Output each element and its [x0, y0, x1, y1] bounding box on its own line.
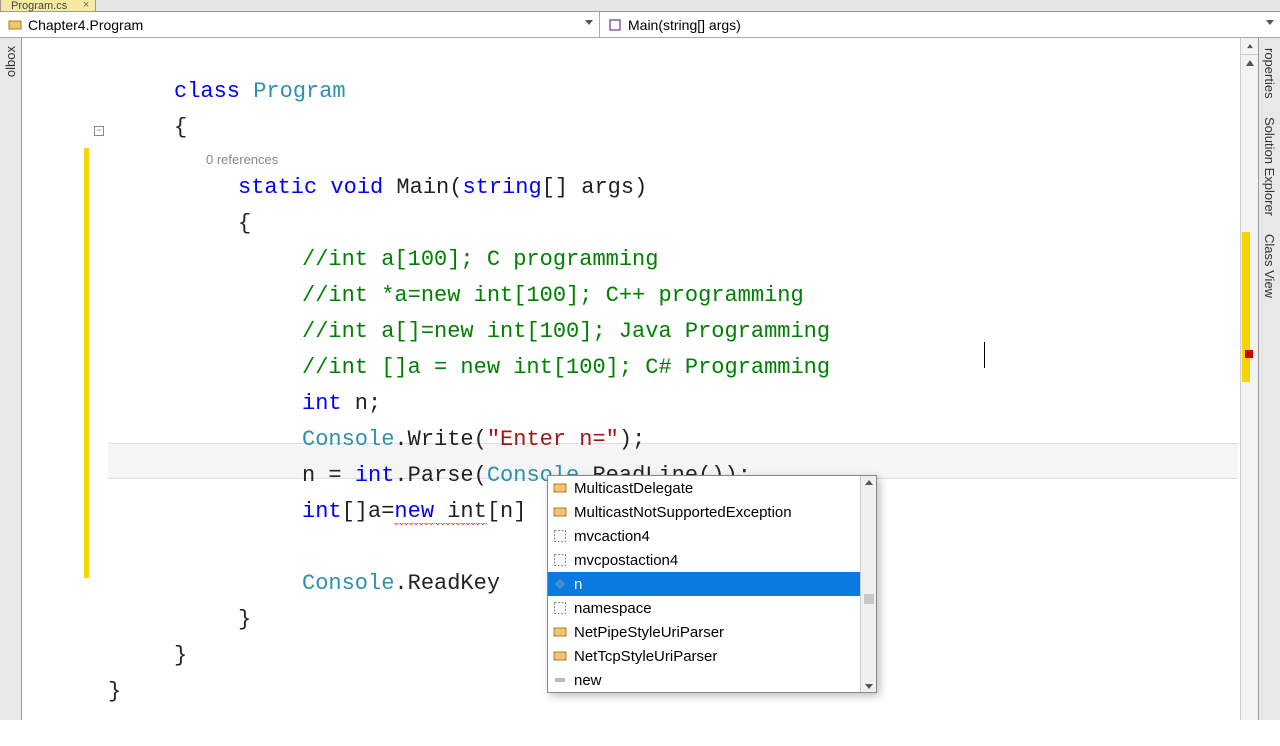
field-icon — [552, 576, 568, 592]
intellisense-item[interactable]: MulticastNotSupportedException — [548, 500, 876, 524]
change-marker — [1242, 232, 1250, 382]
intellisense-item-label: namespace — [574, 600, 652, 617]
member-dropdown[interactable]: Main(string[] args) — [600, 12, 1280, 37]
intellisense-item-label: NetPipeStyleUriParser — [574, 624, 724, 641]
toolbox-tab[interactable]: olbox — [3, 40, 18, 83]
chevron-down-icon — [1266, 20, 1274, 25]
class-icon — [552, 504, 568, 520]
snippet-icon — [552, 528, 568, 544]
document-tab-bar: Program.cs × — [0, 0, 1280, 12]
intellisense-item-label: MulticastDelegate — [574, 480, 693, 497]
intellisense-item[interactable]: n — [548, 572, 876, 596]
class-dropdown[interactable]: Chapter4.Program — [0, 12, 600, 37]
scroll-up-button[interactable] — [1241, 55, 1258, 71]
class-dropdown-label: Chapter4.Program — [28, 17, 143, 33]
chevron-down-icon — [585, 20, 593, 25]
fold-toggle[interactable]: − — [94, 126, 104, 136]
intellisense-item[interactable]: NetTcpStyleUriParser — [548, 644, 876, 668]
error-marker[interactable] — [1245, 350, 1253, 358]
method-icon — [608, 18, 622, 32]
vertical-scrollbar[interactable] — [1240, 38, 1258, 720]
editor-gutter — [22, 38, 84, 720]
intellisense-item-label: mvcaction4 — [574, 528, 650, 545]
class-icon — [552, 480, 568, 496]
intellisense-item[interactable]: namespace — [548, 596, 876, 620]
intellisense-item[interactable]: mvcpostaction4 — [548, 548, 876, 572]
intellisense-popup[interactable]: MulticastDelegate MulticastNotSupportedEx… — [547, 475, 877, 693]
intellisense-item-label: mvcpostaction4 — [574, 552, 678, 569]
tab-title: Program.cs — [11, 0, 67, 12]
class-icon — [8, 18, 22, 32]
class-view-tab[interactable]: Class View — [1262, 228, 1277, 304]
navigation-bar: Chapter4.Program Main(string[] args) — [0, 12, 1280, 38]
properties-tab[interactable]: roperties — [1262, 42, 1277, 105]
snippet-icon — [552, 552, 568, 568]
intellisense-item[interactable]: NetPipeStyleUriParser — [548, 620, 876, 644]
keyword-icon — [552, 672, 568, 688]
change-indicator — [84, 148, 89, 578]
snippet-icon — [552, 600, 568, 616]
right-dock: roperties Solution Explorer Class View — [1258, 38, 1280, 720]
member-dropdown-label: Main(string[] args) — [628, 17, 741, 33]
left-dock: olbox — [0, 38, 22, 720]
intellisense-item-label: MulticastNotSupportedException — [574, 504, 792, 521]
codelens-references[interactable]: 0 references — [108, 150, 1238, 170]
document-tab-program[interactable]: Program.cs × — [0, 0, 96, 11]
intellisense-item-label: n — [574, 576, 582, 593]
tab-close-icon[interactable]: × — [83, 0, 89, 11]
intellisense-item-label: NetTcpStyleUriParser — [574, 648, 717, 665]
intellisense-item-label: new — [574, 672, 602, 689]
intellisense-item[interactable]: new — [548, 668, 876, 692]
class-icon — [552, 624, 568, 640]
intellisense-scrollbar[interactable] — [860, 476, 876, 692]
intellisense-item[interactable]: mvcaction4 — [548, 524, 876, 548]
intellisense-item[interactable]: MulticastDelegate — [548, 476, 876, 500]
split-window-button[interactable] — [1241, 38, 1258, 55]
solution-explorer-tab[interactable]: Solution Explorer — [1262, 111, 1277, 222]
code-editor[interactable]: − class Program { 0 referencesstatic voi… — [22, 38, 1258, 720]
class-icon — [552, 648, 568, 664]
